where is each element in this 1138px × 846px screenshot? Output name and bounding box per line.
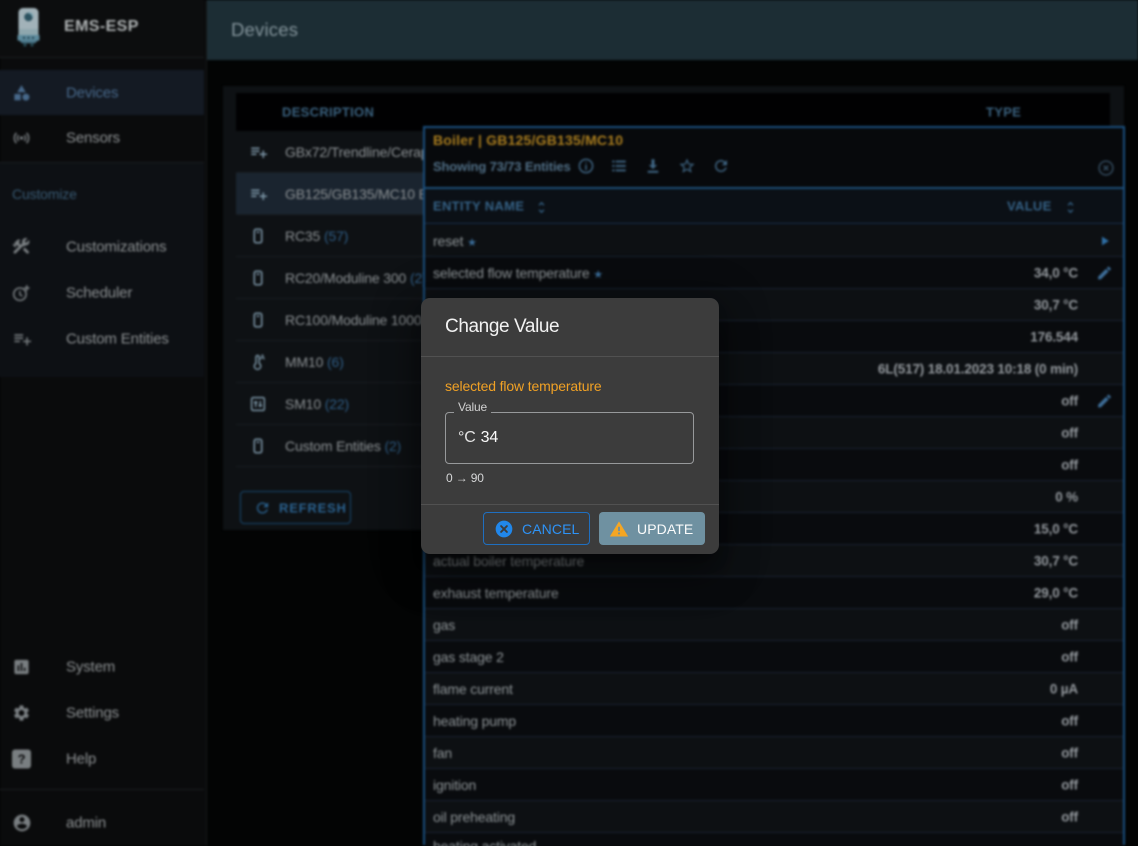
svg-text:A: A	[260, 353, 265, 361]
